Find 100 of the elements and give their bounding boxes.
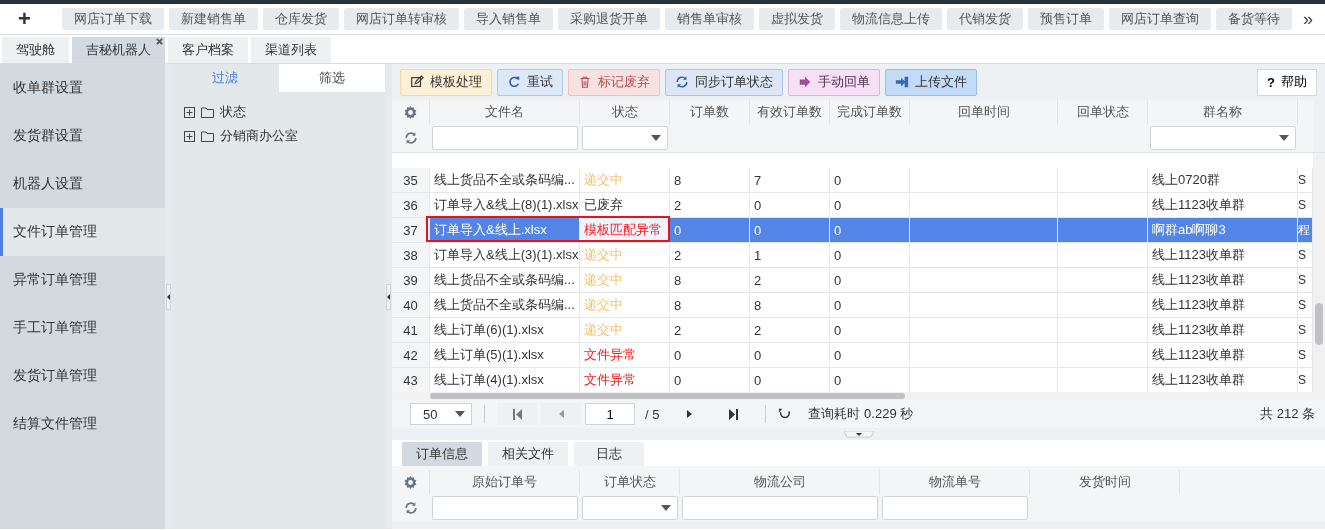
action-button[interactable]: 同步订单状态 <box>665 68 783 96</box>
table-row[interactable]: 39 线上货品不全或条码编... 递交中 8 2 0 线上1123收单群 S <box>392 268 1313 293</box>
table-row[interactable]: 42 线上订单(5)(1).xlsx 文件异常 0 0 0 线上1123收单群 S <box>392 343 1313 368</box>
toolbar-button[interactable]: 采购退货开单 <box>558 8 660 30</box>
table-row[interactable]: 38 订单导入&线上(3)(1).xlsx 递交中 2 1 0 线上1123收单群 S <box>392 243 1313 268</box>
table-row[interactable]: 37 订单导入&线上.xlsx 模板匹配异常 0 0 0 啊群ab啊聊3 程 <box>392 218 1313 243</box>
tree-label[interactable]: 状态 <box>220 103 246 121</box>
table-cell: 2 <box>670 318 750 343</box>
arrow-right-icon <box>798 75 812 89</box>
sidebar-item[interactable]: 发货群设置 <box>0 112 165 160</box>
sidebar-item[interactable]: 手工订单管理 <box>0 304 165 352</box>
caret-icon <box>1279 135 1289 141</box>
tree-label[interactable]: 分销商办公室 <box>220 127 298 145</box>
plus-box-icon[interactable] <box>184 130 195 142</box>
action-button[interactable]: 模板处理 <box>400 68 492 96</box>
status-text: 文件异常 <box>580 343 670 368</box>
sidebar-item[interactable]: 发货订单管理 <box>0 352 165 400</box>
sidebar-item[interactable]: 收单群设置 <box>0 64 165 112</box>
table-cell: 线上货品不全或条码编... <box>430 268 580 293</box>
column-header[interactable]: 发货时间 <box>1030 470 1180 494</box>
toolbar-button[interactable]: 代销发货 <box>947 8 1023 30</box>
action-button[interactable]: 手动回单 <box>788 68 880 96</box>
toolbar-button[interactable]: 网店订单转审核 <box>344 8 459 30</box>
column-header[interactable]: 物流单号 <box>880 470 1030 494</box>
page-tab[interactable]: 吉秘机器人 <box>72 37 165 63</box>
table-cell: 线上1123收单群 <box>1148 343 1298 368</box>
close-icon[interactable] <box>156 38 163 45</box>
action-button[interactable]: 重试 <box>497 68 563 96</box>
table-row[interactable]: 35 线上货品不全或条码编... 递交中 8 7 0 线上0720群 S <box>392 168 1313 193</box>
toolbar-button[interactable]: 导入销售单 <box>464 8 553 30</box>
toolbar-button[interactable]: 网店订单下载 <box>62 8 164 30</box>
page-tab[interactable]: 渠道列表 <box>251 37 331 63</box>
column-header[interactable]: 文件名 <box>430 100 580 124</box>
toolbar-button[interactable]: 物流信息上传 <box>840 8 942 30</box>
detail-tab[interactable]: 订单信息 <box>402 442 482 466</box>
row-number: 41 <box>392 318 430 343</box>
status-text: 递交中 <box>580 318 670 343</box>
detail-tab[interactable]: 日志 <box>574 442 644 466</box>
sidebar-item[interactable]: 结算文件管理 <box>0 400 165 448</box>
column-header[interactable]: 状态 <box>580 100 670 124</box>
gear-icon[interactable] <box>404 475 417 489</box>
toolbar-button[interactable]: 网店订单查询 <box>1109 8 1211 30</box>
sidebar-item[interactable]: 异常订单管理 <box>0 256 165 304</box>
column-header[interactable]: 完成订单数 <box>830 100 910 124</box>
table-cell: 8 <box>670 293 750 318</box>
folder-icon <box>201 106 214 118</box>
collapse-handle[interactable] <box>386 283 391 310</box>
table-cell: 线上1123收单群 <box>1148 293 1298 318</box>
column-header[interactable]: 有效订单数 <box>750 100 830 124</box>
toolbar-button[interactable]: 备货等待 <box>1216 8 1292 30</box>
more-button[interactable]: » <box>1297 8 1319 30</box>
filter-field[interactable] <box>432 496 578 520</box>
toolbar-button[interactable]: 预售订单 <box>1028 8 1104 30</box>
filter-field[interactable] <box>682 496 878 520</box>
column-header[interactable]: 回单时间 <box>910 100 1058 124</box>
page-tab[interactable]: 客户档案 <box>168 37 248 63</box>
help-button[interactable]: ? 帮助 <box>1257 68 1317 96</box>
action-button[interactable]: 标记废弃 <box>568 68 660 96</box>
column-header[interactable]: 群名称 <box>1148 100 1298 124</box>
filter-field[interactable] <box>882 496 1028 520</box>
scrollbar[interactable] <box>1313 153 1325 392</box>
refresh-icon[interactable] <box>778 407 793 421</box>
filter-field[interactable] <box>432 126 578 150</box>
detail-tab[interactable]: 相关文件 <box>488 442 568 466</box>
table-cell: 2 <box>750 318 830 343</box>
page-size-dropdown[interactable]: 50 <box>410 403 472 425</box>
toolbar-button[interactable]: 虚拟发货 <box>759 8 835 30</box>
sync-icon <box>675 75 689 89</box>
first-page-button[interactable] <box>497 403 537 425</box>
triangle-right-icon <box>686 410 692 418</box>
status-text: 递交中 <box>580 293 670 318</box>
plus-box-icon[interactable] <box>184 106 195 118</box>
trash-icon <box>578 75 592 89</box>
table-row[interactable]: 41 线上订单(6)(1).xlsx 递交中 2 2 0 线上1123收单群 S <box>392 318 1313 343</box>
column-header[interactable]: 回单状态 <box>1058 100 1148 124</box>
panel-tab[interactable]: 筛选 <box>278 64 385 92</box>
collapse-handle[interactable] <box>166 283 171 310</box>
column-header[interactable]: 订单状态 <box>580 470 680 494</box>
toolbar-button[interactable]: 销售单审核 <box>665 8 754 30</box>
table-row[interactable]: 40 线上货品不全或条码编... 递交中 8 8 0 线上1123收单群 S <box>392 293 1313 318</box>
add-button[interactable]: + <box>12 6 37 32</box>
table-cell: 8 <box>670 168 750 193</box>
table-cell: 0 <box>830 318 910 343</box>
action-button[interactable]: 上传文件 <box>885 68 977 96</box>
table-cell: 0 <box>750 343 830 368</box>
table-cell: 0 <box>830 343 910 368</box>
column-header[interactable]: 物流公司 <box>680 470 880 494</box>
page-field[interactable]: 1 <box>585 403 635 425</box>
sidebar-item[interactable]: 文件订单管理 <box>0 208 165 256</box>
column-header[interactable]: 原始订单号 <box>430 470 580 494</box>
collapse-handle[interactable] <box>843 430 874 438</box>
table-cell: 0 <box>830 268 910 293</box>
page-tab[interactable]: 驾驶舱 <box>2 37 69 63</box>
table-cell: 0 <box>670 343 750 368</box>
gear-icon[interactable] <box>404 105 417 119</box>
table-cell: 0 <box>830 243 910 268</box>
toolbar-button[interactable]: 仓库发货 <box>263 8 339 30</box>
sidebar-item[interactable]: 机器人设置 <box>0 160 165 208</box>
column-header[interactable]: 订单数 <box>670 100 750 124</box>
toolbar-button[interactable]: 新建销售单 <box>169 8 258 30</box>
